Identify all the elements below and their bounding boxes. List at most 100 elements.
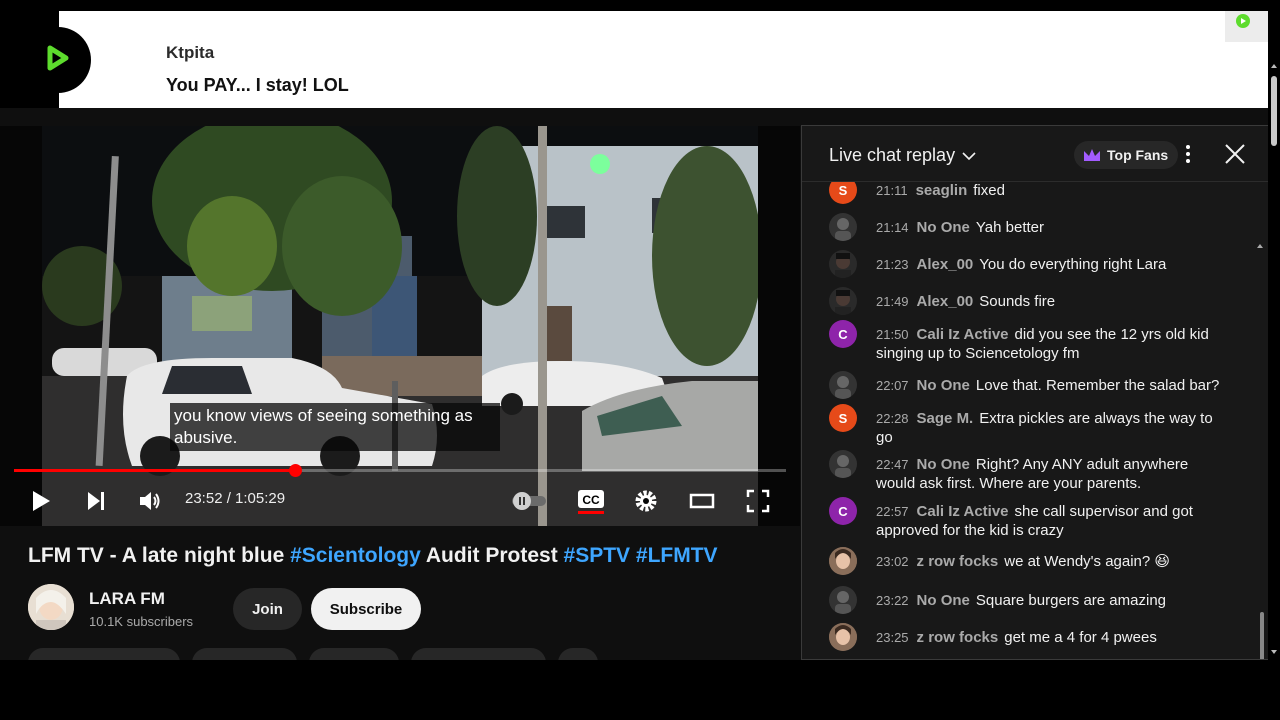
chat-title-label: Live chat replay [829,145,956,165]
page-scrollbar[interactable] [1268,58,1280,660]
channel-name[interactable]: LARA FM [89,589,165,609]
progress-played [14,469,295,472]
author-avatar[interactable] [829,250,857,278]
author-avatar[interactable] [829,371,857,399]
author-avatar[interactable] [829,213,857,241]
message-time: 21:11 [876,183,908,198]
message-text: Square burgers are amazing [975,592,1166,609]
svg-text:CC: CC [582,493,600,507]
play-icon[interactable] [28,486,54,516]
more-actions-button[interactable] [558,648,598,660]
autoplay-toggle[interactable] [509,486,549,516]
message-text: we at Wendy's again? 😆 [1004,553,1171,570]
play-logo-icon [25,27,91,93]
author-avatar[interactable] [829,547,857,575]
message-author[interactable]: z row focks [917,553,999,570]
live-chat-panel: Live chat replay Top Fans S 21:11 seaglin… [801,125,1268,660]
scroll-up-icon[interactable] [1270,62,1278,70]
top-fans-button[interactable]: Top Fans [1074,141,1179,169]
message-text: Sounds fire [979,293,1056,310]
message-author[interactable]: Alex_00 [917,293,974,310]
notification-corner-badge[interactable] [1225,11,1268,42]
message-time: 21:49 [876,294,909,309]
message-author[interactable]: Sage M. [917,410,974,427]
message-time: 22:07 [876,378,909,393]
more-options-icon[interactable] [1178,142,1198,166]
message-text: fixed [973,182,1005,199]
message-author[interactable]: Alex_00 [917,256,974,273]
action-chip[interactable] [411,648,546,660]
message-time: 22:28 [876,411,909,426]
closed-caption-text: you know views of seeing something as ab… [170,403,500,451]
video-title: LFM TV - A late night blue #Scientology … [28,544,718,568]
message-author[interactable]: No One [917,219,970,236]
author-avatar[interactable] [829,623,857,651]
chevron-down-icon [962,151,976,160]
chat-message: S 21:11 seaglin fixed [829,182,1229,206]
fullscreen-icon[interactable] [744,486,772,516]
author-avatar[interactable]: S [829,182,857,204]
hashtag-link[interactable]: #LFMTV [636,544,718,567]
like-dislike-button[interactable] [28,648,180,660]
time-display: 23:52 / 1:05:29 [185,490,286,507]
share-button[interactable] [192,648,297,660]
settings-icon[interactable] [632,486,660,516]
message-time: 23:25 [876,630,909,645]
message-time: 21:50 [876,327,909,342]
message-author[interactable]: z row focks [917,629,999,646]
message-author[interactable]: No One [917,456,970,473]
action-chip[interactable] [309,648,399,660]
chat-scrollbar-thumb[interactable] [1260,612,1264,659]
notification-message: You PAY... I stay! LOL [166,75,349,95]
chat-header: Live chat replay Top Fans [802,126,1268,182]
hashtag-link[interactable]: #SPTV [564,544,631,567]
author-avatar[interactable] [829,586,857,614]
message-text: You do everything right Lara [979,256,1167,273]
page-top-strip [0,108,800,126]
volume-icon[interactable] [137,486,163,516]
video-frame [42,126,758,526]
message-text: get me a 4 for 4 pwees [1004,629,1157,646]
chat-mode-dropdown[interactable]: Live chat replay [829,145,977,166]
watch-page: you know views of seeing something as ab… [0,108,1268,660]
subscriber-count: 10.1K subscribers [89,614,194,629]
message-time: 21:14 [876,220,909,235]
author-avatar[interactable] [829,450,857,478]
progress-scrubber-handle[interactable] [289,464,302,477]
captions-icon[interactable]: CC [575,486,607,516]
author-avatar[interactable]: C [829,497,857,525]
author-avatar[interactable]: C [829,320,857,348]
notification-title: Ktpita [166,43,215,62]
notification-banner[interactable]: Ktpita You PAY... I stay! LOL [59,11,1268,108]
next-icon[interactable] [83,486,109,516]
theater-mode-icon[interactable] [688,486,716,516]
message-text: Yah better [975,219,1044,236]
author-avatar[interactable]: S [829,404,857,432]
page-scrollbar-thumb[interactable] [1271,76,1277,146]
message-time: 21:23 [876,257,909,272]
message-text: Love that. Remember the salad bar? [975,377,1220,394]
video-title-text: LFM TV - A late night blue [28,544,291,567]
message-author[interactable]: No One [917,592,970,609]
progress-bar[interactable] [14,464,786,477]
message-time: 22:47 [876,457,909,472]
crown-icon [1084,149,1100,161]
message-author[interactable]: seaglin [916,182,968,199]
screen-bottom-bar [0,660,1280,720]
chat-scroll-up-icon[interactable] [1256,242,1264,250]
message-time: 23:02 [876,554,909,569]
message-author[interactable]: Cali Iz Active [917,326,1009,343]
message-author[interactable]: Cali Iz Active [917,503,1009,520]
hashtag-link[interactable]: #Scientology [290,544,421,567]
scroll-down-icon[interactable] [1270,648,1278,656]
video-title-text: Audit Protest [420,544,564,567]
message-author[interactable]: No One [917,377,970,394]
author-avatar[interactable] [829,287,857,315]
close-icon[interactable] [1222,141,1248,167]
subscribe-button[interactable]: Subscribe [311,588,421,630]
channel-avatar[interactable] [28,584,74,630]
join-button[interactable]: Join [233,588,302,630]
message-time: 23:22 [876,593,909,608]
top-fans-label: Top Fans [1107,147,1169,163]
video-player[interactable]: you know views of seeing something as ab… [0,126,800,526]
